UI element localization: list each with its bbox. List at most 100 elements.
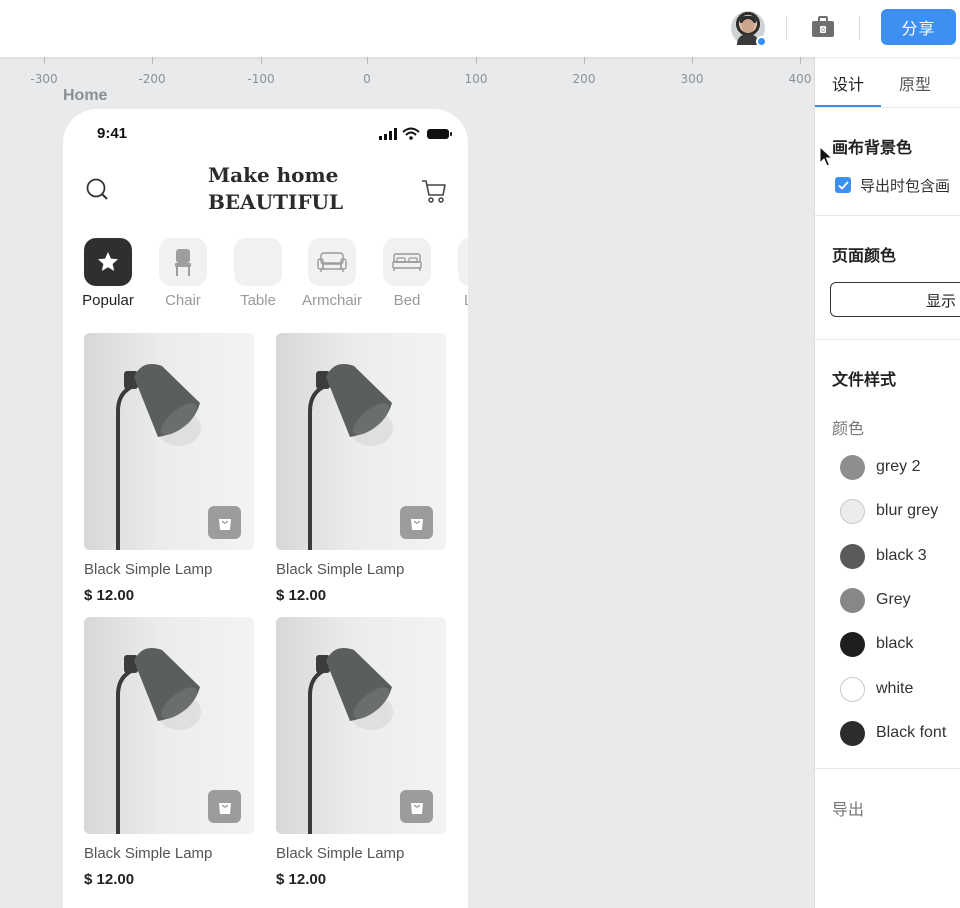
user-avatar[interactable] [731, 11, 767, 47]
include-canvas-label: 导出时包含画 [860, 177, 951, 195]
ruler-label: 400 [788, 72, 812, 86]
search-icon[interactable] [85, 177, 111, 203]
bed-icon [392, 253, 422, 271]
ruler-tick [800, 57, 801, 64]
category-label: Bed [393, 292, 421, 309]
product-card[interactable] [84, 617, 254, 834]
color-swatch[interactable] [840, 676, 865, 702]
headline-line-1: Make home [208, 163, 339, 187]
add-to-bag-button[interactable] [400, 790, 433, 823]
tab-prototype[interactable]: 原型 [899, 71, 931, 95]
export-section-title[interactable]: 导出 [832, 796, 864, 820]
product-card[interactable] [276, 333, 446, 550]
product-name: Black Simple Lamp [84, 845, 213, 862]
tab-design[interactable]: 设计 [832, 71, 864, 95]
category-table[interactable] [234, 238, 282, 286]
add-to-bag-button[interactable] [208, 790, 241, 823]
show-color-label: 显示 [926, 292, 957, 310]
color-swatch[interactable] [840, 587, 865, 613]
color-style-name[interactable]: Grey [876, 591, 911, 609]
properties-panel: 设计 原型 画布背景色 导出时包含画 页面颜色 显示 文件样式 颜色 grey … [814, 57, 960, 908]
category-label: Popular [82, 292, 134, 309]
section-divider [815, 339, 960, 340]
category-armchair[interactable] [308, 238, 356, 286]
ruler-label: -200 [138, 72, 166, 86]
ruler-tick [584, 57, 585, 64]
ruler-label: 200 [572, 72, 596, 86]
add-to-bag-button[interactable] [208, 506, 241, 539]
shopping-bag-icon [218, 518, 231, 530]
category-chair[interactable] [159, 238, 207, 286]
svg-text:0: 0 [821, 27, 825, 34]
ruler-label: 100 [464, 72, 488, 86]
add-to-bag-button[interactable] [400, 506, 433, 539]
ruler-tick [367, 57, 368, 64]
color-style-name[interactable]: grey 2 [876, 458, 920, 476]
shopping-bag-icon [218, 802, 231, 814]
ruler-tick [152, 57, 153, 64]
shopping-bag-icon [410, 802, 423, 814]
frame-label[interactable]: Home [63, 87, 107, 105]
category-label: Armchair [301, 292, 362, 309]
ruler-tick [261, 57, 262, 64]
share-button[interactable]: 分享 [881, 9, 956, 45]
color-swatch[interactable] [840, 632, 865, 658]
status-icons [379, 127, 452, 140]
product-name: Black Simple Lamp [276, 561, 405, 578]
ruler-tick [476, 57, 477, 64]
headline-line-2: BEAUTIFUL [208, 190, 344, 214]
section-divider [815, 768, 960, 769]
show-color-button[interactable]: 显示 [830, 282, 960, 317]
product-price: $ 12.00 [276, 587, 327, 604]
page-color-title: 页面颜色 [832, 246, 897, 265]
category-popular[interactable] [84, 238, 132, 286]
phone-frame[interactable]: 9:41 Make home BEAUTIFUL Popular Chair T… [63, 109, 468, 908]
color-style-name[interactable]: blur grey [876, 502, 938, 520]
category-label: Table [240, 292, 276, 309]
ruler-label: 0 [363, 72, 371, 86]
ruler-tick [692, 57, 693, 64]
armchair-icon [317, 252, 347, 272]
ruler-label: -100 [247, 72, 275, 86]
color-style-name[interactable]: Black font [876, 724, 946, 742]
shopping-bag-icon [410, 518, 423, 530]
status-time: 9:41 [97, 125, 128, 142]
toolbar-divider [786, 16, 787, 40]
color-swatch[interactable] [840, 543, 865, 569]
ruler-tick [44, 57, 45, 64]
canvas-bg-title: 画布背景色 [832, 138, 913, 157]
cart-icon[interactable] [420, 177, 448, 205]
file-style-title: 文件样式 [832, 370, 897, 389]
check-icon [837, 180, 849, 190]
active-tab-indicator [815, 105, 881, 107]
briefcase-icon[interactable]: 0 [811, 16, 835, 38]
category-label: La [464, 292, 468, 309]
color-style-name[interactable]: black [876, 635, 913, 653]
online-status-dot [756, 36, 767, 47]
category-label: Chair [165, 292, 201, 309]
color-subhead: 颜色 [832, 419, 865, 438]
tab-divider [815, 107, 960, 108]
section-divider [815, 215, 960, 216]
top-toolbar: 0 分享 [0, 0, 960, 57]
product-card[interactable] [276, 617, 446, 834]
color-swatch[interactable] [840, 720, 865, 746]
horizontal-ruler: -300 -200 -100 0 100 200 300 400 [0, 57, 814, 87]
product-price: $ 12.00 [84, 587, 135, 604]
color-style-name[interactable]: white [876, 680, 913, 698]
category-lamp[interactable] [458, 238, 468, 286]
product-price: $ 12.00 [84, 871, 135, 888]
mouse-cursor-icon [819, 146, 834, 167]
color-style-name[interactable]: black 3 [876, 547, 927, 565]
product-name: Black Simple Lamp [276, 845, 405, 862]
product-card[interactable] [84, 333, 254, 550]
toolbar-divider [859, 16, 860, 40]
color-swatch[interactable] [840, 455, 865, 480]
chair-icon [175, 249, 191, 276]
star-icon [98, 252, 118, 271]
include-canvas-checkbox[interactable] [835, 177, 851, 193]
color-swatch[interactable] [840, 499, 865, 525]
category-bed[interactable] [383, 238, 431, 286]
ruler-label: 300 [680, 72, 704, 86]
ruler-label: -300 [30, 72, 58, 86]
